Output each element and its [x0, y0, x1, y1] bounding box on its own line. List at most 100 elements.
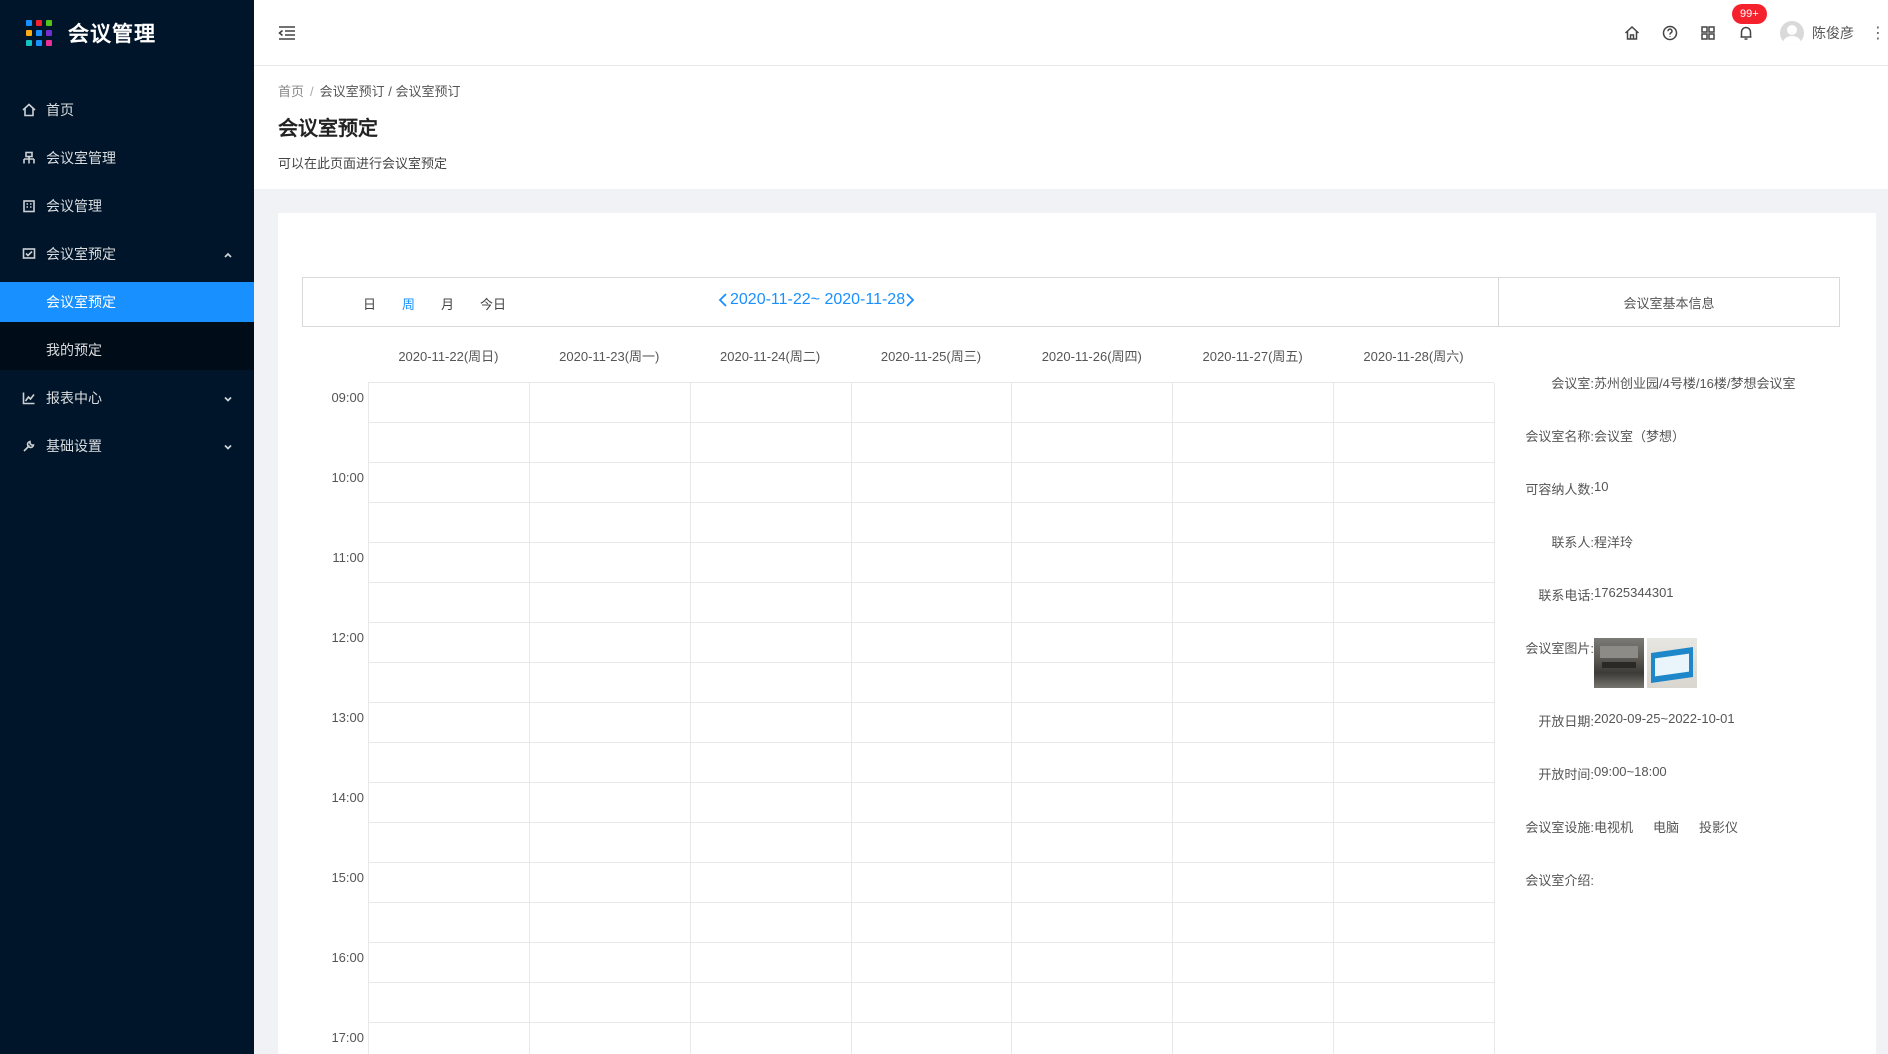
calendar-slot[interactable] [690, 743, 852, 783]
calendar-slot[interactable] [529, 983, 691, 1023]
calendar-slot[interactable] [1012, 743, 1174, 783]
calendar-slot[interactable] [851, 583, 1013, 623]
calendar-slot[interactable] [1012, 863, 1174, 903]
calendar-slot[interactable] [851, 823, 1013, 863]
calendar-slot[interactable] [1173, 943, 1335, 983]
calendar-slot[interactable] [1173, 743, 1335, 783]
calendar-slot[interactable] [529, 543, 691, 583]
calendar-slot[interactable] [369, 863, 530, 903]
calendar-slot[interactable] [1012, 1023, 1174, 1054]
calendar-slot[interactable] [1173, 543, 1335, 583]
calendar-slot[interactable] [851, 743, 1013, 783]
room-photo-thumbnail[interactable] [1594, 638, 1644, 688]
calendar-slot[interactable] [1173, 503, 1335, 543]
calendar-slot[interactable] [1334, 983, 1495, 1023]
calendar-slot[interactable] [369, 663, 530, 703]
calendar-slot[interactable] [1012, 663, 1174, 703]
calendar-slot[interactable] [1012, 423, 1174, 463]
calendar-slot[interactable] [1173, 783, 1335, 823]
calendar-slot[interactable] [690, 943, 852, 983]
sidebar-item-room-booking[interactable]: 会议室预定 [0, 234, 254, 274]
calendar-slot[interactable] [691, 1023, 852, 1054]
calendar-slot[interactable] [529, 663, 691, 703]
calendar-slot[interactable] [369, 623, 530, 663]
calendar-slot[interactable] [369, 983, 530, 1023]
calendar-slot[interactable] [1012, 943, 1174, 983]
calendar-slot[interactable] [1012, 543, 1174, 583]
avatar[interactable] [1780, 21, 1804, 45]
calendar-slot[interactable] [369, 583, 530, 623]
calendar-slot[interactable] [852, 1023, 1013, 1054]
calendar-slot[interactable] [1334, 503, 1495, 543]
view-week-button[interactable]: 周 [402, 294, 415, 313]
calendar-slot[interactable] [1334, 543, 1495, 583]
calendar-slot[interactable] [529, 863, 691, 903]
calendar-slot[interactable] [369, 823, 530, 863]
calendar-slot[interactable] [851, 703, 1013, 743]
calendar-slot[interactable] [369, 423, 530, 463]
sidebar-item-meeting-management[interactable]: 会议管理 [0, 186, 254, 226]
calendar-slot[interactable] [851, 663, 1013, 703]
calendar-slot[interactable] [369, 503, 530, 543]
calendar-slot[interactable] [529, 623, 691, 663]
calendar-slot[interactable] [529, 743, 691, 783]
calendar-slot[interactable] [1173, 1023, 1335, 1054]
calendar-slot[interactable] [529, 423, 691, 463]
calendar-slot[interactable] [529, 503, 691, 543]
calendar-slot[interactable] [690, 383, 852, 423]
calendar-slot[interactable] [1012, 503, 1174, 543]
chevron-right-icon[interactable] [905, 292, 917, 308]
username[interactable]: 陈俊彦 [1812, 23, 1854, 43]
calendar-slot[interactable] [690, 623, 852, 663]
calendar-slot[interactable] [851, 783, 1013, 823]
calendar-slot[interactable] [1173, 703, 1335, 743]
help-icon[interactable] [1662, 25, 1678, 41]
calendar-slot[interactable] [1173, 583, 1335, 623]
calendar-slot[interactable] [369, 743, 530, 783]
logo[interactable]: 会议管理 [0, 0, 254, 66]
calendar-slot[interactable] [690, 663, 852, 703]
calendar-slot[interactable] [1012, 783, 1174, 823]
calendar-slot[interactable] [1173, 663, 1335, 703]
calendar-slot[interactable] [851, 943, 1013, 983]
calendar-slot[interactable] [1012, 703, 1174, 743]
calendar-slot[interactable] [529, 583, 691, 623]
calendar-slot[interactable] [369, 463, 530, 503]
calendar-slot[interactable] [851, 983, 1013, 1023]
calendar-slot[interactable] [690, 863, 852, 903]
calendar-slot[interactable] [1173, 903, 1335, 943]
calendar-slot[interactable] [1334, 463, 1495, 503]
calendar-slot[interactable] [1334, 583, 1495, 623]
calendar-slot[interactable] [530, 1023, 691, 1054]
calendar-slot[interactable] [1173, 863, 1335, 903]
calendar-slot[interactable] [1012, 583, 1174, 623]
calendar-slot[interactable] [1334, 903, 1495, 943]
sidebar-item-my-bookings[interactable]: 我的预定 [0, 330, 254, 370]
calendar-slot[interactable] [690, 703, 852, 743]
calendar-slot[interactable] [690, 823, 852, 863]
calendar-slot[interactable] [1012, 823, 1174, 863]
calendar-slot[interactable] [1334, 863, 1495, 903]
calendar-slot[interactable] [369, 903, 530, 943]
calendar-slot[interactable] [529, 463, 691, 503]
calendar-slot[interactable] [690, 463, 852, 503]
calendar-slot[interactable] [1334, 1023, 1495, 1054]
calendar-slot[interactable] [851, 543, 1013, 583]
calendar-slot[interactable] [1334, 943, 1495, 983]
room-photo-thumbnail[interactable] [1647, 638, 1697, 688]
calendar-slot[interactable] [529, 823, 691, 863]
bell-icon[interactable]: 99+ [1732, 4, 1767, 41]
apps-grid-icon[interactable] [1700, 25, 1716, 41]
calendar-slot[interactable] [1334, 823, 1495, 863]
sidebar-item-room-management[interactable]: 会议室管理 [0, 138, 254, 178]
menu-fold-icon[interactable] [278, 25, 296, 41]
sidebar-item-home[interactable]: 首页 [0, 90, 254, 130]
view-day-button[interactable]: 日 [363, 294, 376, 313]
sidebar-item-settings[interactable]: 基础设置 [0, 426, 254, 466]
calendar-slot[interactable] [690, 983, 852, 1023]
calendar-slot[interactable] [1334, 623, 1495, 663]
calendar-slot[interactable] [851, 383, 1013, 423]
calendar-slot[interactable] [369, 943, 530, 983]
chevron-left-icon[interactable] [718, 292, 730, 308]
calendar-slot[interactable] [1173, 423, 1335, 463]
